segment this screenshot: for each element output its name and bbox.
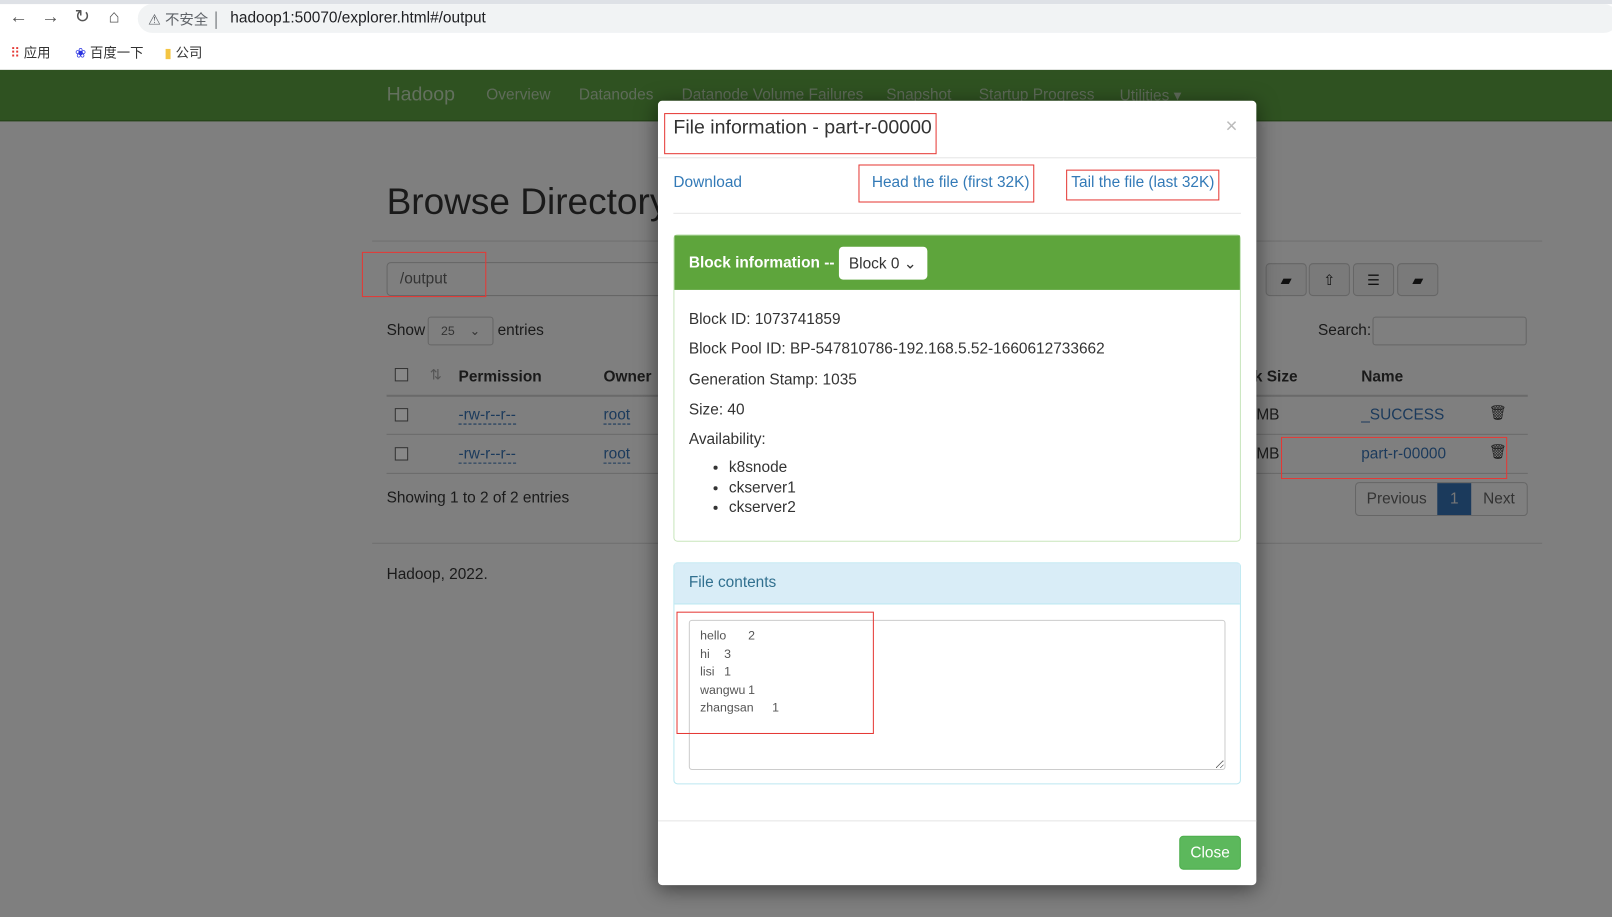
trash-icon[interactable]: 🗑 <box>1489 404 1507 421</box>
close-icon[interactable]: × <box>1225 115 1237 139</box>
previous-button[interactable]: Previous <box>1356 483 1437 515</box>
bookmark-baidu[interactable]: ❀ 百度一下 <box>75 42 143 62</box>
node-item: ckserver2 <box>729 498 1226 518</box>
highlight-box <box>1066 169 1220 201</box>
baidu-paw-icon: ❀ <box>75 45 87 61</box>
chevron-down-icon: ⌄ <box>469 323 481 339</box>
page-title: Browse Directory <box>386 179 669 223</box>
col-block-size[interactable]: Block Size <box>1256 368 1297 385</box>
folder-icon: ▮ <box>164 45 172 61</box>
row-checkbox[interactable] <box>394 447 409 461</box>
sort-icon[interactable]: ⇅ <box>430 366 442 383</box>
block-label: Block information -- <box>688 253 835 272</box>
pagination: Previous 1 Next <box>1355 482 1528 517</box>
highlight-box <box>676 611 874 734</box>
owner-link[interactable]: root <box>603 445 631 464</box>
home-icon[interactable]: ⌂ <box>102 6 127 28</box>
block-select-value: Block 0 <box>848 254 900 272</box>
search-label: Search: <box>1318 321 1372 340</box>
bookmark-label: 百度一下 <box>89 45 144 61</box>
col-owner[interactable]: Owner <box>603 368 651 385</box>
block-info-header: Block information -- Block 0 ⌄ <box>674 235 1240 290</box>
divider <box>657 157 1257 159</box>
nav-overview[interactable]: Overview <box>486 86 550 103</box>
permission-link[interactable]: -rw-r--r-- <box>458 445 516 464</box>
highlight-box <box>361 251 487 298</box>
search-input[interactable] <box>1372 316 1527 346</box>
owner-link[interactable]: root <box>603 406 631 425</box>
footer: Hadoop, 2022. <box>386 565 488 583</box>
availability-label: Availability: <box>688 430 766 449</box>
node-item: ckserver1 <box>729 478 1226 498</box>
upload-cloud-icon[interactable]: ⇧ <box>1308 263 1350 297</box>
apps-grid-icon: ⠿ <box>10 45 21 61</box>
list-icon[interactable]: ☰ <box>1352 263 1395 297</box>
select-all-checkbox[interactable] <box>394 368 409 382</box>
new-folder-icon[interactable]: ▰ <box>1397 263 1439 297</box>
size-cell: MB <box>1256 406 1280 424</box>
divider <box>657 820 1257 822</box>
entries-value: 25 <box>441 323 455 339</box>
highlight-box <box>664 113 937 155</box>
permission-link[interactable]: -rw-r--r-- <box>458 406 516 425</box>
nav-datanodes[interactable]: Datanodes <box>579 86 654 103</box>
bookmark-apps[interactable]: ⠿ 应用 <box>10 42 50 62</box>
block-select[interactable]: Block 0 ⌄ <box>838 246 927 280</box>
file-contents-header: File contents <box>674 563 1240 605</box>
block-info-panel: Block information -- Block 0 ⌄ Block ID:… <box>673 234 1241 542</box>
col-permission[interactable]: Permission <box>459 368 542 385</box>
next-button[interactable]: Next <box>1471 483 1527 515</box>
block-size: Size: 40 <box>688 400 745 419</box>
open-folder-icon[interactable]: ▰ <box>1265 263 1307 297</box>
divider <box>673 212 1241 214</box>
reload-icon[interactable]: ↻ <box>70 6 95 28</box>
download-link[interactable]: Download <box>673 174 742 191</box>
page-1-button[interactable]: 1 <box>1437 483 1472 516</box>
size-cell: MB <box>1256 445 1280 463</box>
entries-label: entries <box>497 321 544 340</box>
col-name[interactable]: Name <box>1361 368 1403 385</box>
highlight-box <box>858 164 1035 203</box>
bookmark-label: 公司 <box>175 45 203 61</box>
security-text: 不安全 <box>164 11 209 28</box>
bookmark-company[interactable]: ▮ 公司 <box>164 42 202 62</box>
show-label: Show <box>386 321 426 340</box>
showing-info: Showing 1 to 2 of 2 entries <box>386 489 570 507</box>
highlight-box <box>1281 436 1508 480</box>
security-indicator[interactable]: ⚠ 不安全 │ <box>148 9 221 30</box>
url-text[interactable]: hadoop1:50070/explorer.html#/output <box>230 9 486 26</box>
back-icon[interactable]: ← <box>6 6 31 28</box>
close-button[interactable]: Close <box>1179 835 1241 870</box>
chevron-down-icon: ⌄ <box>903 254 917 272</box>
block-pool-id: Block Pool ID: BP-547810786-192.168.5.52… <box>688 340 1105 359</box>
generation-stamp: Generation Stamp: 1035 <box>688 370 857 389</box>
file-info-modal: File information - part-r-00000 × Downlo… <box>657 100 1257 886</box>
entries-select[interactable]: 25 ⌄ <box>427 316 494 346</box>
brand[interactable]: Hadoop <box>387 84 455 107</box>
row-checkbox[interactable] <box>394 408 409 422</box>
node-item: k8snode <box>729 458 1226 478</box>
forward-icon[interactable]: → <box>38 6 63 28</box>
node-list: k8snode ckserver1 ckserver2 <box>689 458 1226 518</box>
file-name-link[interactable]: _SUCCESS <box>1361 406 1444 423</box>
bookmark-label: 应用 <box>23 45 51 61</box>
block-id: Block ID: 1073741859 <box>688 310 841 328</box>
